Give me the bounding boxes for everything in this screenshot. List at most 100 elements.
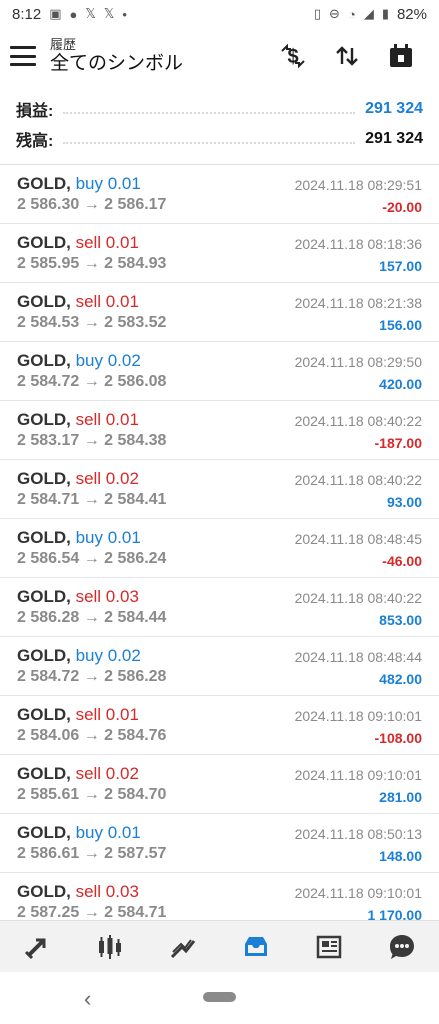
trade-time: 2024.11.18 08:48:44 xyxy=(294,649,422,665)
trade-time: 2024.11.18 08:40:22 xyxy=(294,413,422,429)
trade-side-volume: buy 0.02 xyxy=(75,351,141,370)
trade-prices: 2 587.25 → 2 584.71 xyxy=(17,904,167,920)
symbol-name: GOLD, xyxy=(17,587,71,606)
trade-row[interactable]: GOLD, sell 0.03 2 587.25 → 2 584.71 2024.1… xyxy=(0,873,439,920)
trade-time: 2024.11.18 09:10:01 xyxy=(294,708,422,724)
trade-symbol: GOLD, sell 0.01 xyxy=(17,292,139,312)
calendar-icon[interactable] xyxy=(387,42,415,70)
trade-side-volume: buy 0.02 xyxy=(75,646,141,665)
back-icon[interactable]: ‹ xyxy=(84,986,91,1012)
symbol-name: GOLD, xyxy=(17,174,71,193)
trade-side-volume: buy 0.01 xyxy=(75,823,141,842)
trade-side-volume: buy 0.01 xyxy=(75,528,141,547)
trade-side-volume: sell 0.02 xyxy=(75,764,139,783)
trade-row[interactable]: GOLD, sell 0.01 2 583.17 → 2 584.38 2024.1… xyxy=(0,401,439,460)
symbol-name: GOLD, xyxy=(17,351,71,370)
image-icon: ▣ xyxy=(49,6,62,21)
trade-history-list[interactable]: GOLD, buy 0.01 2 586.30 → 2 586.17 2024.11… xyxy=(0,165,439,920)
profit-row: 損益: 291 324 xyxy=(16,94,423,124)
trade-symbol: GOLD, sell 0.03 xyxy=(17,882,139,902)
trade-prices: 2 586.28 → 2 584.44 xyxy=(17,609,167,626)
trade-icon[interactable] xyxy=(163,927,203,967)
trade-time: 2024.11.18 08:50:13 xyxy=(294,826,422,842)
trade-prices: 2 586.61 → 2 587.57 xyxy=(17,845,167,862)
trade-profit: 148.00 xyxy=(379,848,422,864)
status-right: ▯ ⊖ ◔ ◢ ▮ 82% xyxy=(314,6,427,23)
battery-icon: ▮ xyxy=(381,6,389,21)
battery-percent: 82% xyxy=(396,5,427,23)
trade-symbol: GOLD, sell 0.01 xyxy=(17,410,139,430)
trade-profit: -46.00 xyxy=(382,553,422,569)
trade-row[interactable]: GOLD, sell 0.01 2 584.53 → 2 583.52 2024.1… xyxy=(0,283,439,342)
chat-icon[interactable] xyxy=(382,927,422,967)
symbol-name: GOLD, xyxy=(17,646,71,665)
trade-prices: 2 584.71 → 2 584.41 xyxy=(17,491,167,508)
trade-time: 2024.11.18 08:21:38 xyxy=(294,295,422,311)
balance-row: 残高: 291 324 xyxy=(16,124,423,154)
trade-side-volume: buy 0.01 xyxy=(75,174,141,193)
sort-icon[interactable] xyxy=(333,42,361,70)
toolbar-actions: $ xyxy=(279,42,415,70)
trade-symbol: GOLD, buy 0.01 xyxy=(17,174,141,194)
trade-side-volume: sell 0.01 xyxy=(75,292,139,311)
symbol-filter-title[interactable]: 全てのシンボル xyxy=(50,52,183,76)
system-navigation: ‹ xyxy=(0,972,439,1024)
news-icon[interactable] xyxy=(309,927,349,967)
trade-symbol: GOLD, sell 0.02 xyxy=(17,469,139,489)
summary-panel: 損益: 291 324 残高: 291 324 xyxy=(0,90,439,162)
trade-symbol: GOLD, buy 0.02 xyxy=(17,646,141,666)
symbol-name: GOLD, xyxy=(17,764,71,783)
trade-side-volume: sell 0.03 xyxy=(75,882,139,901)
trade-symbol: GOLD, sell 0.01 xyxy=(17,233,139,253)
trade-row[interactable]: GOLD, buy 0.01 2 586.61 → 2 587.57 2024.11… xyxy=(0,814,439,873)
trade-side-volume: sell 0.01 xyxy=(75,705,139,724)
trade-symbol: GOLD, buy 0.02 xyxy=(17,351,141,371)
trade-symbol: GOLD, sell 0.03 xyxy=(17,587,139,607)
trade-row[interactable]: GOLD, sell 0.02 2 584.71 → 2 584.41 2024.1… xyxy=(0,460,439,519)
trade-row[interactable]: GOLD, sell 0.01 2 585.95 → 2 584.93 2024.1… xyxy=(0,224,439,283)
trade-prices: 2 584.53 → 2 583.52 xyxy=(17,314,167,331)
trade-symbol: GOLD, buy 0.01 xyxy=(17,528,141,548)
trade-row[interactable]: GOLD, buy 0.02 2 584.72 → 2 586.08 2024.11… xyxy=(0,342,439,401)
line-icon: ● xyxy=(69,6,78,22)
currency-exchange-icon[interactable]: $ xyxy=(279,42,307,70)
symbol-name: GOLD, xyxy=(17,528,71,547)
trade-profit: -187.00 xyxy=(374,435,422,451)
trade-prices: 2 585.95 → 2 584.93 xyxy=(17,255,167,272)
page-subtitle: 履歴 xyxy=(50,36,77,52)
trade-profit: 420.00 xyxy=(379,376,422,392)
history-icon[interactable] xyxy=(236,927,276,967)
trade-profit: 156.00 xyxy=(379,317,422,333)
status-left: 8:12 ▣ ● 𝕏 𝕏 • xyxy=(12,6,127,23)
symbol-name: GOLD, xyxy=(17,469,71,488)
trade-row[interactable]: GOLD, sell 0.03 2 586.28 → 2 584.44 2024.1… xyxy=(0,578,439,637)
wifi-icon: ◔ xyxy=(347,6,356,22)
vibrate-icon: ▯ xyxy=(313,6,322,21)
trade-prices: 2 584.72 → 2 586.28 xyxy=(17,668,167,685)
trade-symbol: GOLD, buy 0.01 xyxy=(17,823,141,843)
trade-side-volume: sell 0.02 xyxy=(75,469,139,488)
trade-prices: 2 586.54 → 2 586.24 xyxy=(17,550,167,567)
trade-time: 2024.11.18 08:18:36 xyxy=(294,236,422,252)
x-icon: 𝕏 xyxy=(85,6,96,21)
trade-row[interactable]: GOLD, buy 0.01 2 586.30 → 2 586.17 2024.11… xyxy=(0,165,439,224)
trade-row[interactable]: GOLD, sell 0.02 2 585.61 → 2 584.70 2024.1… xyxy=(0,755,439,814)
trade-row[interactable]: GOLD, buy 0.02 2 584.72 → 2 586.28 2024.11… xyxy=(0,637,439,696)
trade-row[interactable]: GOLD, buy 0.01 2 586.54 → 2 586.24 2024.11… xyxy=(0,519,439,578)
trade-time: 2024.11.18 08:29:51 xyxy=(294,177,422,193)
hamburger-icon[interactable] xyxy=(10,46,36,66)
trade-time: 2024.11.18 09:10:01 xyxy=(294,767,422,783)
chart-icon[interactable] xyxy=(90,927,130,967)
trade-prices: 2 584.06 → 2 584.76 xyxy=(17,727,167,744)
trade-symbol: GOLD, sell 0.02 xyxy=(17,764,139,784)
balance-value: 291 324 xyxy=(365,130,423,147)
quotes-icon[interactable] xyxy=(17,927,57,967)
dnd-icon: ⊖ xyxy=(329,6,340,21)
trade-row[interactable]: GOLD, sell 0.01 2 584.06 → 2 584.76 2024.1… xyxy=(0,696,439,755)
trade-side-volume: sell 0.01 xyxy=(75,410,139,429)
trade-time: 2024.11.18 08:48:45 xyxy=(294,531,422,547)
home-pill-icon[interactable] xyxy=(203,992,236,1002)
symbol-name: GOLD, xyxy=(17,705,71,724)
symbol-name: GOLD, xyxy=(17,233,71,252)
trade-time: 2024.11.18 09:10:01 xyxy=(294,885,422,901)
